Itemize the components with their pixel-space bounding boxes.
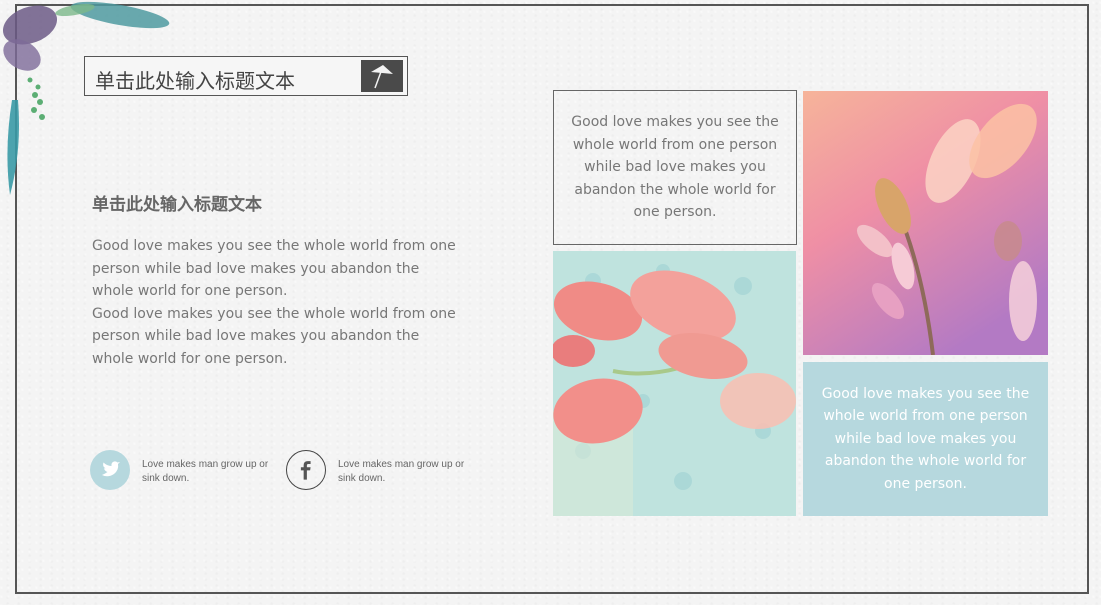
- facebook-caption: Love makes man grow up or sink down.: [338, 459, 465, 484]
- facebook-icon[interactable]: [286, 450, 326, 490]
- section-heading[interactable]: 单击此处输入标题文本: [92, 190, 262, 215]
- title-box-text[interactable]: 单击此处输入标题文本: [95, 65, 295, 94]
- paragraph-2: Good love makes you see the whole world …: [92, 305, 456, 367]
- twitter-icon[interactable]: [90, 450, 130, 490]
- twitter-caption: Love makes man grow up or sink down.: [142, 459, 269, 484]
- photo-tulips: [553, 251, 796, 516]
- quote-card-bottom[interactable]: Good love makes you see the whole world …: [803, 362, 1048, 516]
- body-text[interactable]: Good love makes you see the whole world …: [92, 235, 462, 370]
- quote-card-top[interactable]: Good love makes you see the whole world …: [553, 90, 797, 245]
- foliage-decoration: [2, 1, 170, 195]
- quote-card-bottom-text: Good love makes you see the whole world …: [821, 385, 1030, 492]
- title-box[interactable]: 单击此处输入标题文本: [84, 56, 408, 96]
- photo-pink-flowers: [803, 91, 1048, 355]
- quote-card-top-text: Good love makes you see the whole world …: [571, 114, 779, 221]
- paragraph-1: Good love makes you see the whole world …: [92, 238, 456, 299]
- umbrella-icon: [361, 60, 403, 92]
